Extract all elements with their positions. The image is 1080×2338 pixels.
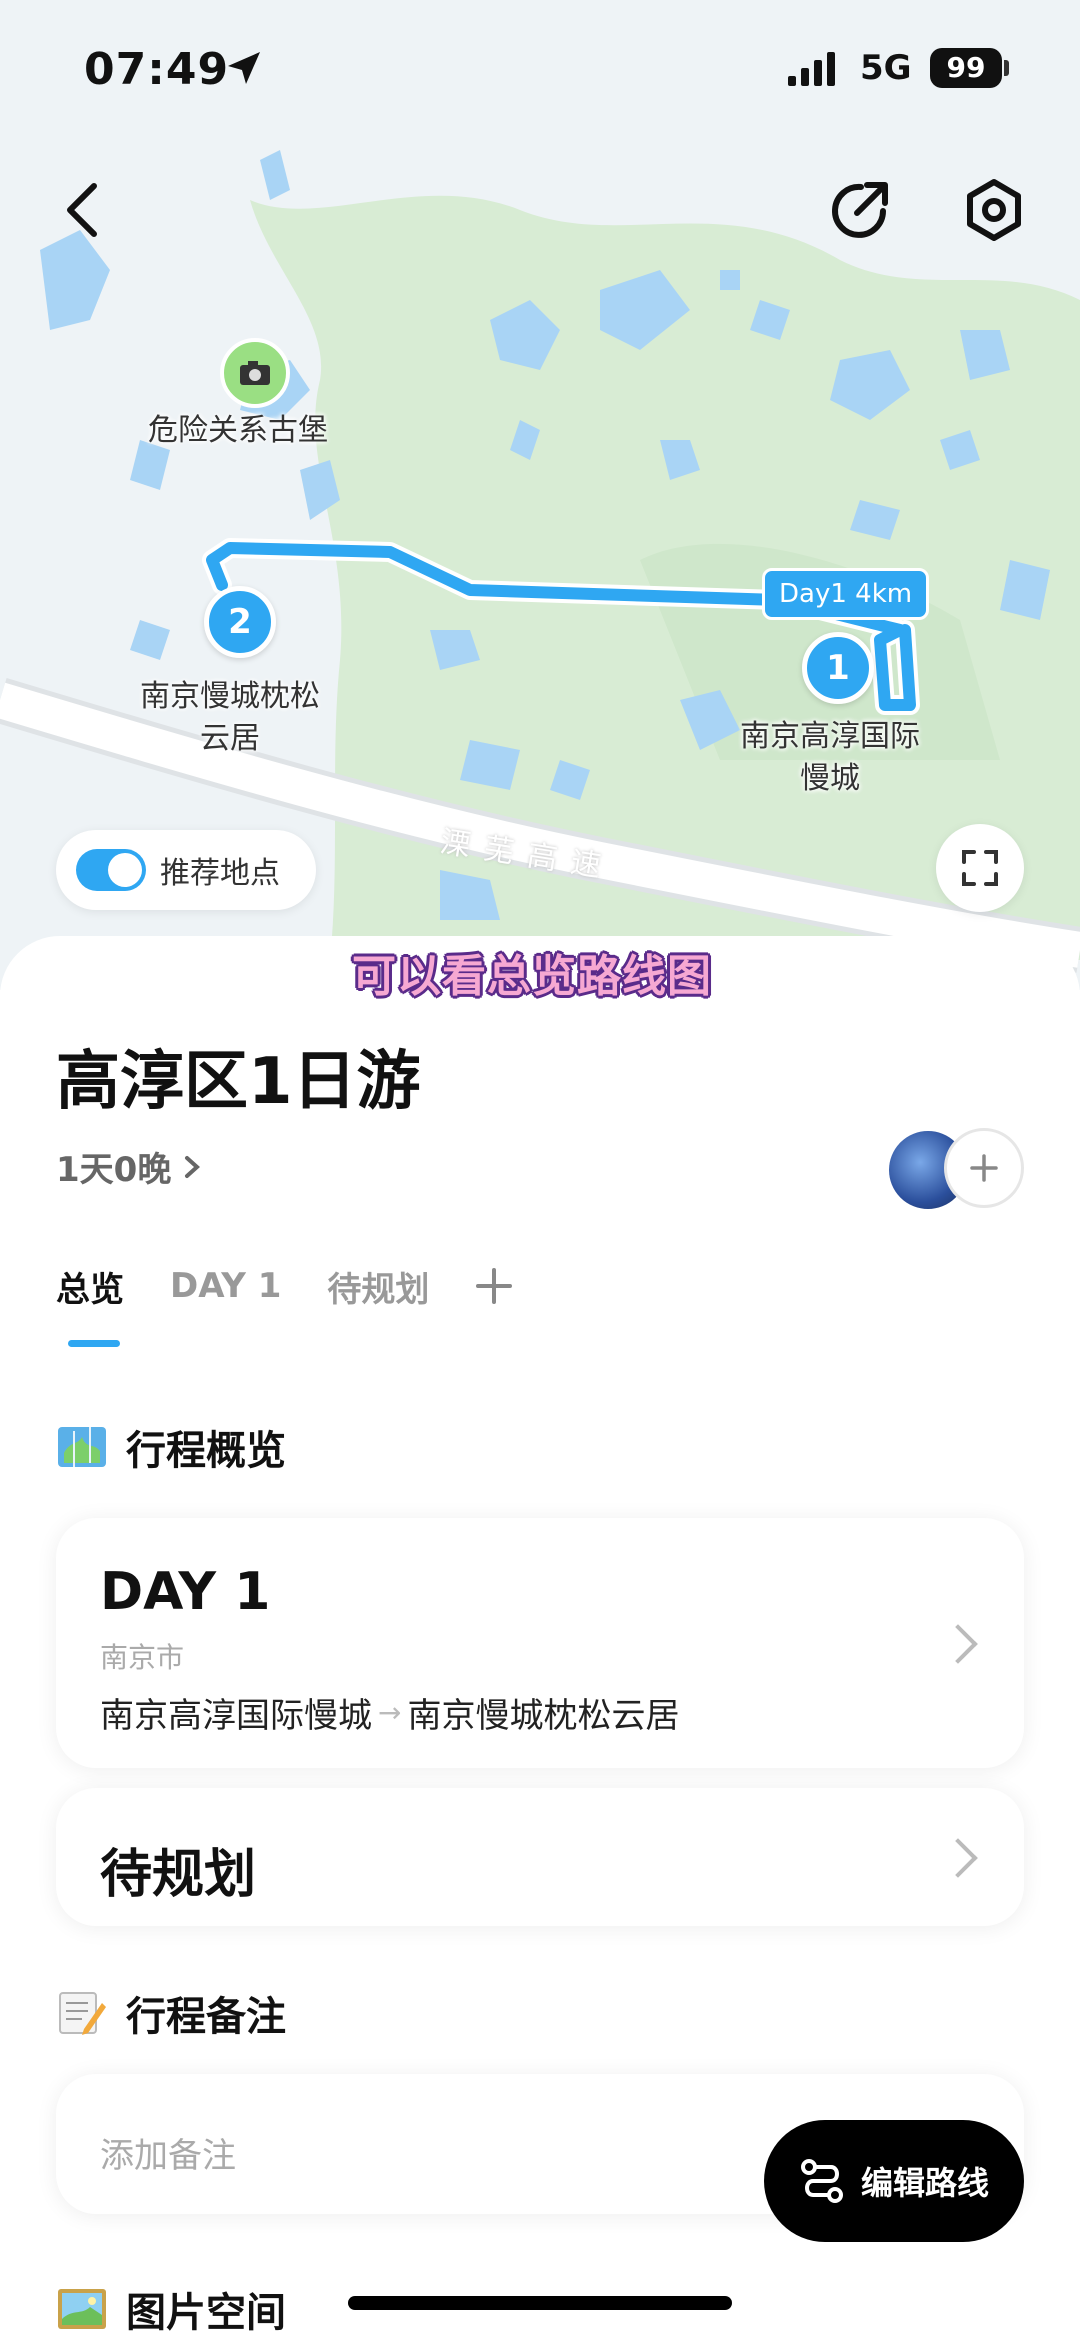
- add-day-tab-icon[interactable]: [475, 1267, 513, 1305]
- hexagon-settings-icon: [967, 179, 1021, 241]
- chevron-right-icon: [185, 1155, 201, 1178]
- stop-marker-1[interactable]: 1: [802, 632, 874, 704]
- stop-1-label-line2: 慢城: [800, 761, 860, 796]
- stop-marker-2[interactable]: 2: [204, 586, 276, 658]
- day-1-card[interactable]: DAY 1 南京市 南京高淳国际慢城 → 南京慢城枕松云居: [56, 1518, 1024, 1768]
- stop-2-label-line1: 南京慢城枕松: [140, 679, 320, 714]
- picture-icon: [58, 2289, 106, 2329]
- battery-tip: [1004, 60, 1009, 76]
- duration-text: 1天0晚: [56, 1150, 172, 1190]
- edit-route-label: 编辑路线: [860, 2164, 989, 2202]
- day-card-title: DAY 1: [100, 1562, 271, 1622]
- battery-level: 99: [930, 48, 1002, 88]
- page-title: 高淳区1日游: [56, 1045, 421, 1119]
- plus-icon: [970, 1154, 998, 1182]
- photos-title-text: 图片空间: [126, 2290, 286, 2336]
- overview-title-text: 行程概览: [126, 1428, 286, 1474]
- route-start: 南京高淳国际慢城: [100, 1696, 372, 1736]
- memo-icon: [59, 1992, 106, 2035]
- tab-day-1[interactable]: DAY 1: [170, 1266, 281, 1306]
- chevron-left-icon: [67, 183, 97, 237]
- add-member-button[interactable]: [944, 1128, 1024, 1208]
- stop-2-label[interactable]: 南京慢城枕松 云居: [140, 676, 320, 760]
- status-time: 07:49: [84, 44, 230, 95]
- route-distance-badge: Day1 4km: [762, 568, 930, 620]
- notes-section-title: 行程备注: [56, 1984, 286, 2042]
- map-icon: [58, 1427, 106, 1467]
- status-bar: 07:49 5G 99: [0, 40, 1080, 100]
- settings-button[interactable]: [954, 170, 1034, 250]
- stop-1-label-line1: 南京高淳国际: [740, 719, 920, 754]
- signal-icon: [788, 52, 835, 86]
- route-arrow-icon: →: [378, 1696, 402, 1729]
- trip-duration[interactable]: 1天0晚: [56, 1142, 201, 1191]
- location-arrow-icon: [228, 52, 260, 84]
- stop-2-label-line2: 云居: [200, 721, 260, 756]
- toggle-knob: [108, 853, 142, 887]
- network-type: 5G: [860, 48, 912, 88]
- active-tab-indicator: [68, 1340, 120, 1347]
- route-end: 南京慢城枕松云居: [407, 1696, 680, 1736]
- notes-title-text: 行程备注: [126, 1994, 286, 2040]
- photos-section-title: 图片空间: [56, 2280, 286, 2338]
- camera-glyph: [240, 361, 270, 385]
- day-tabs: 总览 DAY 1 待规划: [56, 1256, 513, 1316]
- camera-icon[interactable]: [220, 338, 290, 408]
- stop-1-label[interactable]: 南京高淳国际 慢城: [740, 716, 920, 800]
- recommend-label: 推荐地点: [160, 856, 280, 891]
- home-indicator[interactable]: [348, 2296, 732, 2310]
- tab-overview[interactable]: 总览: [56, 1262, 124, 1311]
- poi-label[interactable]: 危险关系古堡: [148, 410, 328, 452]
- share-button[interactable]: [820, 170, 900, 250]
- route-icon: [800, 2159, 843, 2203]
- recommend-places-toggle[interactable]: 推荐地点: [56, 830, 316, 910]
- pending-card-title: 待规划: [100, 1845, 257, 1905]
- pending-card[interactable]: 待规划: [56, 1788, 1024, 1926]
- overview-section-title: 行程概览: [56, 1418, 286, 1476]
- chevron-right-icon: [938, 1838, 978, 1878]
- fullscreen-button[interactable]: [936, 824, 1024, 912]
- day-card-route: 南京高淳国际慢城 → 南京慢城枕松云居: [100, 1688, 679, 1737]
- back-button[interactable]: [52, 170, 112, 250]
- share-icon: [832, 182, 888, 238]
- notes-placeholder: 添加备注: [100, 2136, 236, 2176]
- chevron-right-icon: [938, 1624, 978, 1664]
- fullscreen-icon: [962, 850, 998, 886]
- tab-pending[interactable]: 待规划: [327, 1262, 429, 1311]
- edit-route-button[interactable]: 编辑路线: [764, 2120, 1024, 2242]
- route-map[interactable]: 07:49 5G 99 危险关系古堡 2 南京慢城枕松 云居 1 南京高淳国际 …: [0, 0, 1080, 990]
- overlay-caption: 可以看总览路线图: [352, 951, 712, 1002]
- day-card-city: 南京市: [100, 1641, 185, 1674]
- toggle-switch[interactable]: [76, 849, 146, 891]
